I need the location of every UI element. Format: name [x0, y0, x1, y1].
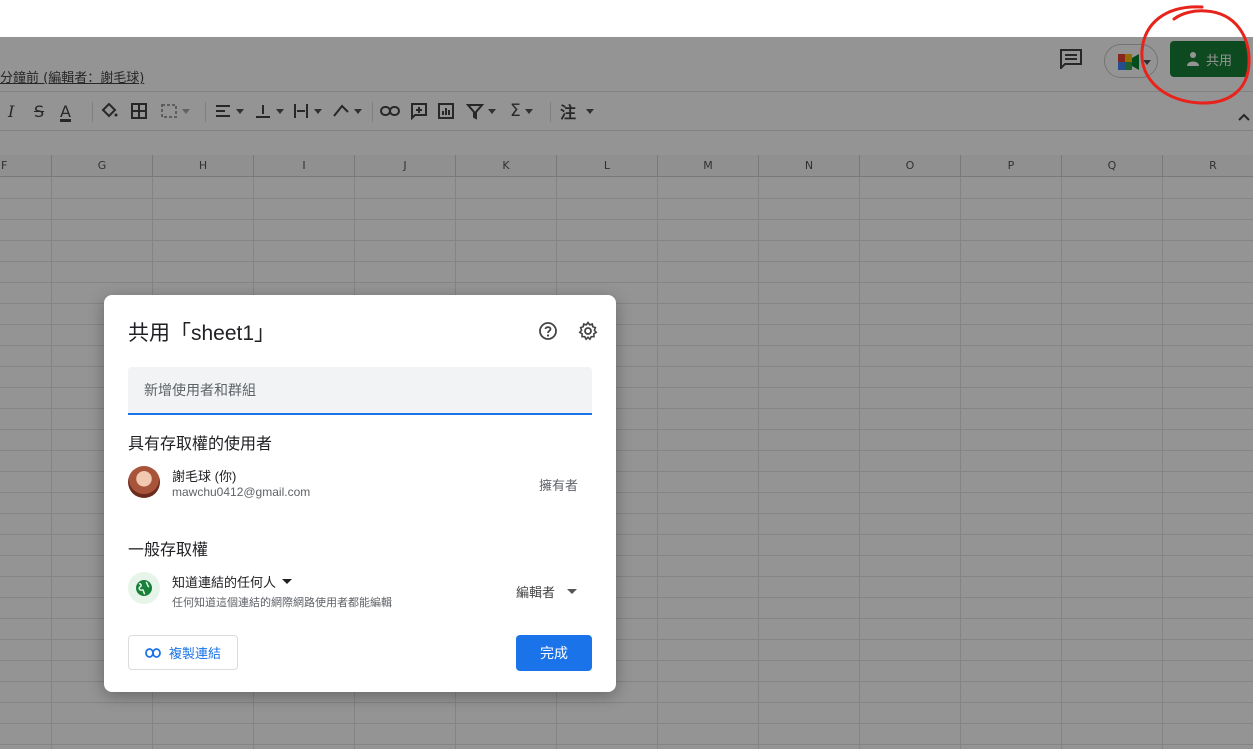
globe-icon [128, 572, 160, 604]
copy-link-button[interactable]: 複製連結 [128, 635, 238, 670]
help-icon[interactable] [538, 321, 558, 341]
done-button[interactable]: 完成 [516, 635, 592, 671]
owner-role: 擁有者 [539, 478, 579, 493]
user-name: 謝毛球 (你) [172, 469, 237, 484]
copy-link-label: 複製連結 [168, 646, 221, 661]
permission-dropdown[interactable]: 編輯者 [516, 582, 578, 601]
gear-icon[interactable] [578, 321, 598, 341]
link-icon [145, 647, 161, 658]
browser-top-area [0, 0, 1253, 37]
avatar [128, 466, 160, 498]
user-email: mawchu0412@gmail.com [172, 485, 311, 499]
people-with-access-heading: 具有存取權的使用者 [128, 436, 273, 453]
caret-down-icon [282, 579, 293, 584]
permission-label: 編輯者 [516, 585, 556, 600]
dialog-title: 共用「sheet1」 [128, 322, 276, 345]
link-access-label: 知道連結的任何人 [172, 575, 277, 590]
caret-down-icon [567, 589, 578, 594]
add-people-input[interactable] [128, 367, 592, 415]
link-access-dropdown[interactable]: 知道連結的任何人 [172, 572, 293, 591]
general-access-heading: 一般存取權 [128, 542, 209, 559]
red-circle-annotation [1140, 5, 1251, 105]
link-access-description: 任何知道這個連結的網際網路使用者都能編輯 [172, 597, 392, 609]
share-dialog: 共用「sheet1」 具有存取權的使用者 謝毛球 (你) mawchu0412@… [104, 295, 616, 692]
